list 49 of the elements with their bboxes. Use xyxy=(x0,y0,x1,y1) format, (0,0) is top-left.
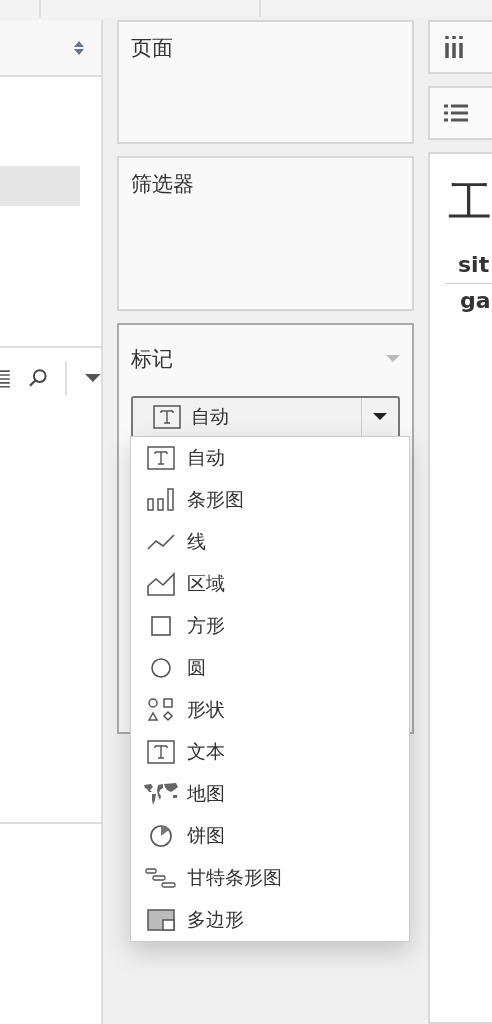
menu-item[interactable]: 条形图 xyxy=(131,479,409,521)
view-title: 工 xyxy=(448,180,492,224)
menu-item-label: 方形 xyxy=(187,613,225,638)
menu-item[interactable]: 方形 xyxy=(131,605,409,647)
text-icon xyxy=(153,405,181,429)
menu-item[interactable]: 自动 xyxy=(131,437,409,479)
columns-icon xyxy=(444,36,464,58)
menu-item-label: 区域 xyxy=(187,571,225,596)
bar-chart-icon xyxy=(147,488,175,512)
menu-item-label: 线 xyxy=(187,529,206,554)
search-icon[interactable] xyxy=(27,368,48,388)
table-cell-text: ga xyxy=(459,287,492,313)
menu-item-label: 自动 xyxy=(187,445,225,470)
menu-item-label: 形状 xyxy=(187,697,225,722)
shapes-icon xyxy=(147,698,175,722)
menu-item[interactable]: 甘特条形图 xyxy=(131,857,409,899)
menu-item[interactable]: 地图 xyxy=(131,773,409,815)
menu-item[interactable]: 文本 xyxy=(131,731,409,773)
list-icon xyxy=(444,103,468,123)
menu-item[interactable]: 线 xyxy=(131,521,409,563)
shelf-title: 页面 xyxy=(131,36,173,60)
menu-item-label: 饼图 xyxy=(187,823,225,848)
menu-item-label: 条形图 xyxy=(187,487,244,512)
mark-type-value: 自动 xyxy=(191,404,229,429)
column-header: sit xyxy=(446,252,492,284)
marks-title: 标记 xyxy=(131,346,173,373)
menu-item-label: 多边形 xyxy=(187,907,244,932)
caret-icon xyxy=(373,413,387,421)
list-icon[interactable] xyxy=(0,368,10,388)
pie-chart-icon xyxy=(147,824,175,848)
shelf-title: 筛选器 xyxy=(131,172,194,196)
menu-item[interactable]: 圆 xyxy=(131,647,409,689)
menu-item[interactable]: 多边形 xyxy=(131,899,409,941)
polygon-icon xyxy=(147,908,175,932)
mark-type-dropdown[interactable]: 自动 xyxy=(131,396,400,436)
menu-item[interactable]: 形状 xyxy=(131,689,409,731)
area-chart-icon xyxy=(147,572,175,596)
menu-item-label: 圆 xyxy=(187,655,206,680)
menu-item-label: 地图 xyxy=(187,781,225,806)
menu-item-label: 甘特条形图 xyxy=(187,865,282,890)
gantt-chart-icon xyxy=(145,866,177,890)
world-map-icon xyxy=(143,782,179,806)
menu-item[interactable]: 饼图 xyxy=(131,815,409,857)
menu-item-label: 文本 xyxy=(187,739,225,764)
text-icon xyxy=(147,446,175,470)
caret-icon[interactable] xyxy=(85,373,101,383)
menu-item[interactable]: 区域 xyxy=(131,563,409,605)
sort-icon[interactable] xyxy=(73,39,85,56)
text-icon xyxy=(147,740,175,764)
